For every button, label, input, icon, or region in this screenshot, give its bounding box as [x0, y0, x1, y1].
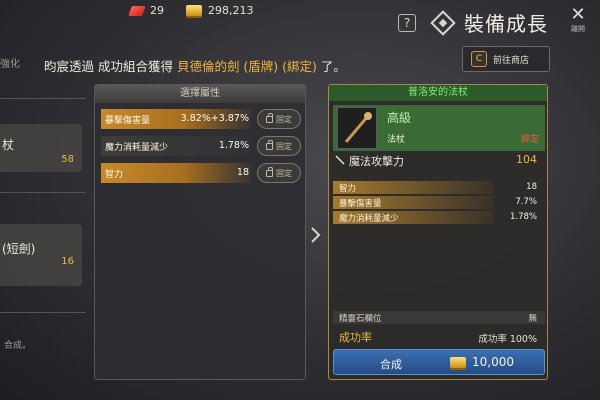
success-rate-row: 成功率 成功率 100% [333, 329, 545, 345]
craft-cost: 10,000 [472, 355, 514, 369]
stat-name: 魔力消耗量減少 [339, 214, 399, 224]
page-title: 裝備成長 [464, 12, 548, 36]
gold-icon [450, 357, 466, 368]
shop-icon: C [471, 51, 487, 67]
result-item-name: 普洛安的法杖 [329, 85, 547, 101]
result-stat-row: 暴擊傷害量 7.7% [333, 196, 545, 209]
gold-count: 298,213 [208, 4, 254, 17]
stat-value: 18 [526, 182, 537, 192]
stat-name: 暴擊傷害量 [339, 199, 382, 209]
property-name: 智力 [105, 170, 124, 180]
tab-enhance[interactable]: 強化 [0, 55, 20, 70]
material-item[interactable]: 杖 58 [0, 124, 82, 172]
gold-icon [186, 5, 202, 16]
material-item[interactable]: (短劍) 16 [0, 224, 82, 286]
close-icon: ✕ [570, 4, 586, 25]
material-list: 杖 58 (短劍) 16 [0, 80, 86, 380]
gold-currency: 298,213 [186, 4, 254, 17]
main-stat-name: 魔法攻擊力 [349, 155, 404, 168]
result-item-card[interactable]: 高級 法杖 綁定 [333, 105, 545, 151]
lock-label: 固定 [276, 114, 292, 124]
gem-icon [128, 5, 146, 16]
notice-suffix: 了。 [316, 59, 346, 74]
notice-item: 貝德倫的劍 (盾牌) (綁定) [176, 59, 317, 74]
success-rate-value: 成功率 100% [478, 334, 537, 345]
property-select-panel: 選擇屬性 暴擊傷害量 3.82%+3.87% 固定 魔力消耗量減少 1.78% … [94, 84, 306, 380]
lock-icon [266, 166, 273, 177]
lock-property-button[interactable]: 固定 [257, 163, 301, 183]
socket-value: 無 [528, 314, 537, 324]
property-row[interactable]: 魔力消耗量減少 1.78% 固定 [101, 136, 301, 156]
top-bar: 29 298,213 ? 裝備成長 ✕ 離開 [0, 0, 600, 40]
system-notice: 昀宸透過 成功組合獲得 貝德倫的劍 (盾牌) (綁定) 了。 [44, 56, 346, 75]
lock-icon [266, 112, 273, 123]
stat-name: 智力 [339, 184, 357, 194]
gem-count: 29 [150, 4, 164, 17]
lock-property-button[interactable]: 固定 [257, 109, 301, 129]
result-stat-row: 魔力消耗量減少 1.78% [333, 211, 545, 224]
sword-icon [335, 155, 345, 165]
property-row[interactable]: 暴擊傷害量 3.82%+3.87% 固定 [101, 109, 301, 129]
close-button[interactable]: ✕ 離開 [566, 6, 590, 34]
stat-bar [333, 181, 493, 194]
divider [0, 312, 86, 313]
material-item-name: 杖 [2, 138, 15, 152]
property-bar [101, 163, 251, 183]
stat-value: 1.78% [509, 212, 537, 222]
material-item-value: 58 [61, 154, 74, 165]
divider [0, 98, 86, 99]
equipment-emblem-icon [430, 9, 456, 36]
gem-currency: 29 [128, 4, 164, 17]
property-name: 暴擊傷害量 [105, 116, 151, 126]
lock-icon [266, 139, 273, 150]
result-panel: 普洛安的法杖 高級 法杖 綁定 魔法攻擊力 104 智力 18 暴擊傷害量 7.… [328, 84, 548, 380]
property-value: 18 [236, 167, 249, 178]
lock-label: 固定 [276, 168, 292, 178]
stat-value: 7.7% [515, 197, 537, 207]
property-value: 3.82%+3.87% [180, 113, 249, 124]
socket-name: 精靈石欄位 [339, 314, 382, 324]
main-stat-value: 104 [516, 153, 537, 166]
property-value: 1.78% [218, 140, 249, 151]
binding-status: 綁定 [520, 135, 539, 145]
craft-label: 合成 [380, 358, 402, 371]
material-item-name: (短劍) [2, 242, 36, 256]
item-grade: 高級 [387, 111, 412, 125]
help-button[interactable]: ? [398, 14, 416, 32]
lock-property-button[interactable]: 固定 [257, 136, 301, 156]
close-label: 離開 [571, 25, 585, 33]
material-item-value: 16 [61, 256, 74, 267]
craft-button[interactable]: 合成 10,000 [333, 349, 545, 375]
lock-label: 固定 [276, 141, 292, 151]
socket-row: 精靈石欄位 無 [333, 311, 545, 324]
divider [0, 192, 86, 193]
result-stat-row: 智力 18 [333, 181, 545, 194]
page-title-group: 裝備成長 [430, 8, 548, 37]
main-stat-row: 魔法攻擊力 104 [333, 153, 545, 168]
staff-icon [337, 107, 377, 149]
left-footer-text: 合成。 [4, 341, 32, 351]
property-row[interactable]: 智力 18 固定 [101, 163, 301, 183]
shop-button-label: 前往商店 [493, 55, 530, 66]
success-rate-label: 成功率 [339, 331, 372, 344]
property-panel-title: 選擇屬性 [95, 85, 305, 103]
arrow-right-icon [311, 227, 321, 243]
go-to-shop-button[interactable]: C 前往商店 [462, 46, 550, 72]
notice-prefix: 昀宸透過 成功組合獲得 [44, 59, 177, 74]
property-name: 魔力消耗量減少 [105, 143, 169, 153]
item-type: 法杖 [387, 135, 406, 145]
